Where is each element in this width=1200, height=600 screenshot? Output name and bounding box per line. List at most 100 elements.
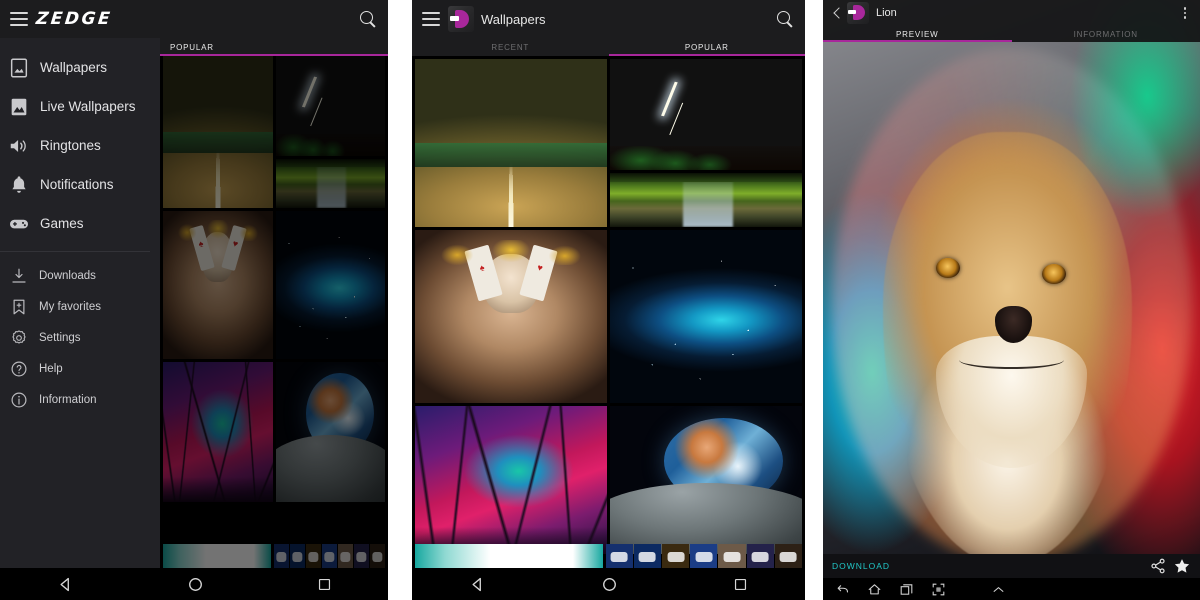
back-triangle-icon[interactable]: [468, 575, 487, 594]
tab-popular[interactable]: POPULAR: [608, 38, 806, 56]
panel-drawer-open: ♠ ♥ POPULAR: [0, 0, 388, 600]
android-system-navbar: [823, 578, 1200, 600]
sidebar-item-wallpapers[interactable]: Wallpapers: [0, 48, 160, 87]
mountain-icon: [8, 96, 30, 118]
navigation-drawer: Wallpapers Live Wallpapers Ringtones Not…: [0, 38, 160, 600]
help-circle-icon: [10, 360, 28, 378]
sidebar-item-help[interactable]: Help: [0, 353, 160, 384]
tab-popular[interactable]: POPULAR: [160, 38, 388, 56]
panel-wallpapers-grid: Wallpapers RECENT POPULAR ♠ ♥: [412, 0, 805, 600]
sidebar-item-ringtones[interactable]: Ringtones: [0, 126, 160, 165]
recents-stack-icon[interactable]: [899, 582, 914, 597]
home-outline-icon[interactable]: [867, 582, 882, 597]
wallpaper-thumb-road[interactable]: [415, 59, 607, 227]
overflow-menu-icon[interactable]: [1178, 4, 1192, 22]
recents-square-icon[interactable]: [316, 576, 333, 593]
wallpaper-thumb-forest[interactable]: [415, 406, 607, 554]
wallpaper-thumb-nebula[interactable]: [610, 230, 802, 403]
bell-icon: [8, 174, 30, 196]
star-icon[interactable]: [1173, 557, 1191, 575]
sidebar-item-label: Downloads: [39, 269, 96, 282]
sidebar-item-label: Settings: [39, 331, 81, 344]
sidebar-item-information[interactable]: Information: [0, 384, 160, 415]
card-right: ♥: [519, 244, 558, 302]
wallpaper-thumb-wet-road[interactable]: [610, 173, 802, 227]
recents-square-icon[interactable]: [732, 576, 749, 593]
sidebar-item-games[interactable]: Games: [0, 204, 160, 243]
search-icon[interactable]: [358, 9, 378, 29]
panel3-appbar: Lion: [823, 0, 1200, 26]
image-frame-icon: [8, 57, 30, 79]
icon-thumb[interactable]: [746, 544, 774, 568]
icon-thumb[interactable]: [662, 544, 690, 568]
speaker-icon: [8, 135, 30, 157]
gear-icon: [10, 329, 28, 347]
sidebar-item-label: Notifications: [40, 177, 114, 192]
share-icon[interactable]: [1149, 557, 1167, 575]
home-circle-icon[interactable]: [600, 575, 619, 594]
colorful-lion-wallpaper[interactable]: [823, 0, 1200, 600]
moon-crater: [771, 533, 787, 540]
sidebar-item-my-favorites[interactable]: My favorites: [0, 291, 160, 322]
sidebar-item-label: Games: [40, 216, 84, 231]
card-left: ♠: [464, 244, 503, 302]
page-title: Lion: [876, 7, 897, 19]
icon-thumb[interactable]: [774, 544, 802, 568]
gamepad-icon: [8, 213, 30, 235]
panel-wallpaper-preview: Lion PREVIEW INFORMATION DOWNLOAD: [823, 0, 1200, 600]
tab-recent[interactable]: RECENT: [412, 38, 609, 56]
panel1-appbar: ZEDGE: [0, 0, 388, 38]
wallpaper-thumb-skull[interactable]: ♠ ♥: [415, 230, 607, 403]
hamburger-icon[interactable]: [422, 12, 440, 26]
home-circle-icon[interactable]: [186, 575, 205, 594]
back-triangle-icon[interactable]: [56, 575, 75, 594]
android-system-navbar: [412, 568, 805, 600]
moon-crater: [648, 518, 666, 526]
screenshot-icon[interactable]: [931, 582, 946, 597]
lion-mouth: [958, 351, 1065, 369]
icon-thumb[interactable]: [605, 544, 633, 568]
sidebar-item-label: Live Wallpapers: [40, 99, 136, 114]
panel1-tabstrip: POPULAR: [160, 38, 388, 56]
panel2-bottom-strip: [415, 544, 802, 568]
panel3-tabstrip: PREVIEW INFORMATION: [823, 26, 1200, 42]
wallpaper-thumb-earth[interactable]: [610, 406, 802, 554]
back-arrow-icon[interactable]: [835, 582, 850, 597]
sidebar-item-label: Information: [39, 393, 97, 406]
sidebar-item-label: Ringtones: [40, 138, 101, 153]
icon-thumb[interactable]: [690, 544, 718, 568]
sidebar-item-notifications[interactable]: Notifications: [0, 165, 160, 204]
download-icon: [10, 267, 28, 285]
chevron-up-icon[interactable]: [991, 582, 1006, 597]
sidebar-item-downloads[interactable]: Downloads: [0, 260, 160, 291]
sidebar-item-label: Help: [39, 362, 63, 375]
zedge-wordmark: ZEDGE: [34, 9, 114, 29]
grid-column-right: [610, 59, 802, 554]
bookmark-plus-icon: [10, 298, 28, 316]
search-icon[interactable]: [775, 9, 795, 29]
icon-thumb[interactable]: [633, 544, 662, 568]
sidebar-item-label: Wallpapers: [40, 60, 108, 75]
icon-thumb[interactable]: [718, 544, 746, 568]
partial-icon-row: [605, 544, 802, 568]
grid-column-left: ♠ ♥: [415, 59, 607, 554]
zedge-d-logo: [847, 2, 869, 24]
sidebar-item-settings[interactable]: Settings: [0, 322, 160, 353]
tab-preview[interactable]: PREVIEW: [823, 26, 1012, 42]
wallpaper-thumb-storm[interactable]: [610, 59, 802, 170]
back-arrow-icon[interactable]: [831, 5, 845, 21]
sidebar-item-live-wallpapers[interactable]: Live Wallpapers: [0, 87, 160, 126]
panel2-appbar: Wallpapers: [412, 0, 805, 38]
tab-information[interactable]: INFORMATION: [1012, 26, 1200, 42]
hamburger-icon[interactable]: [10, 12, 28, 26]
zedge-d-logo: [448, 6, 474, 32]
moon-crater: [709, 530, 733, 538]
moon-crater: [748, 512, 766, 520]
wallpaper-grid: ♠ ♥: [412, 59, 805, 554]
lion-eye-right: [1041, 264, 1066, 285]
download-button[interactable]: DOWNLOAD: [832, 561, 1143, 571]
screenshot-stage: ♠ ♥ POPULAR: [0, 0, 1200, 600]
page-title: Wallpapers: [481, 11, 546, 27]
partial-wallpaper-tile[interactable]: [415, 544, 603, 568]
panel2-tabstrip: RECENT POPULAR: [412, 38, 805, 56]
